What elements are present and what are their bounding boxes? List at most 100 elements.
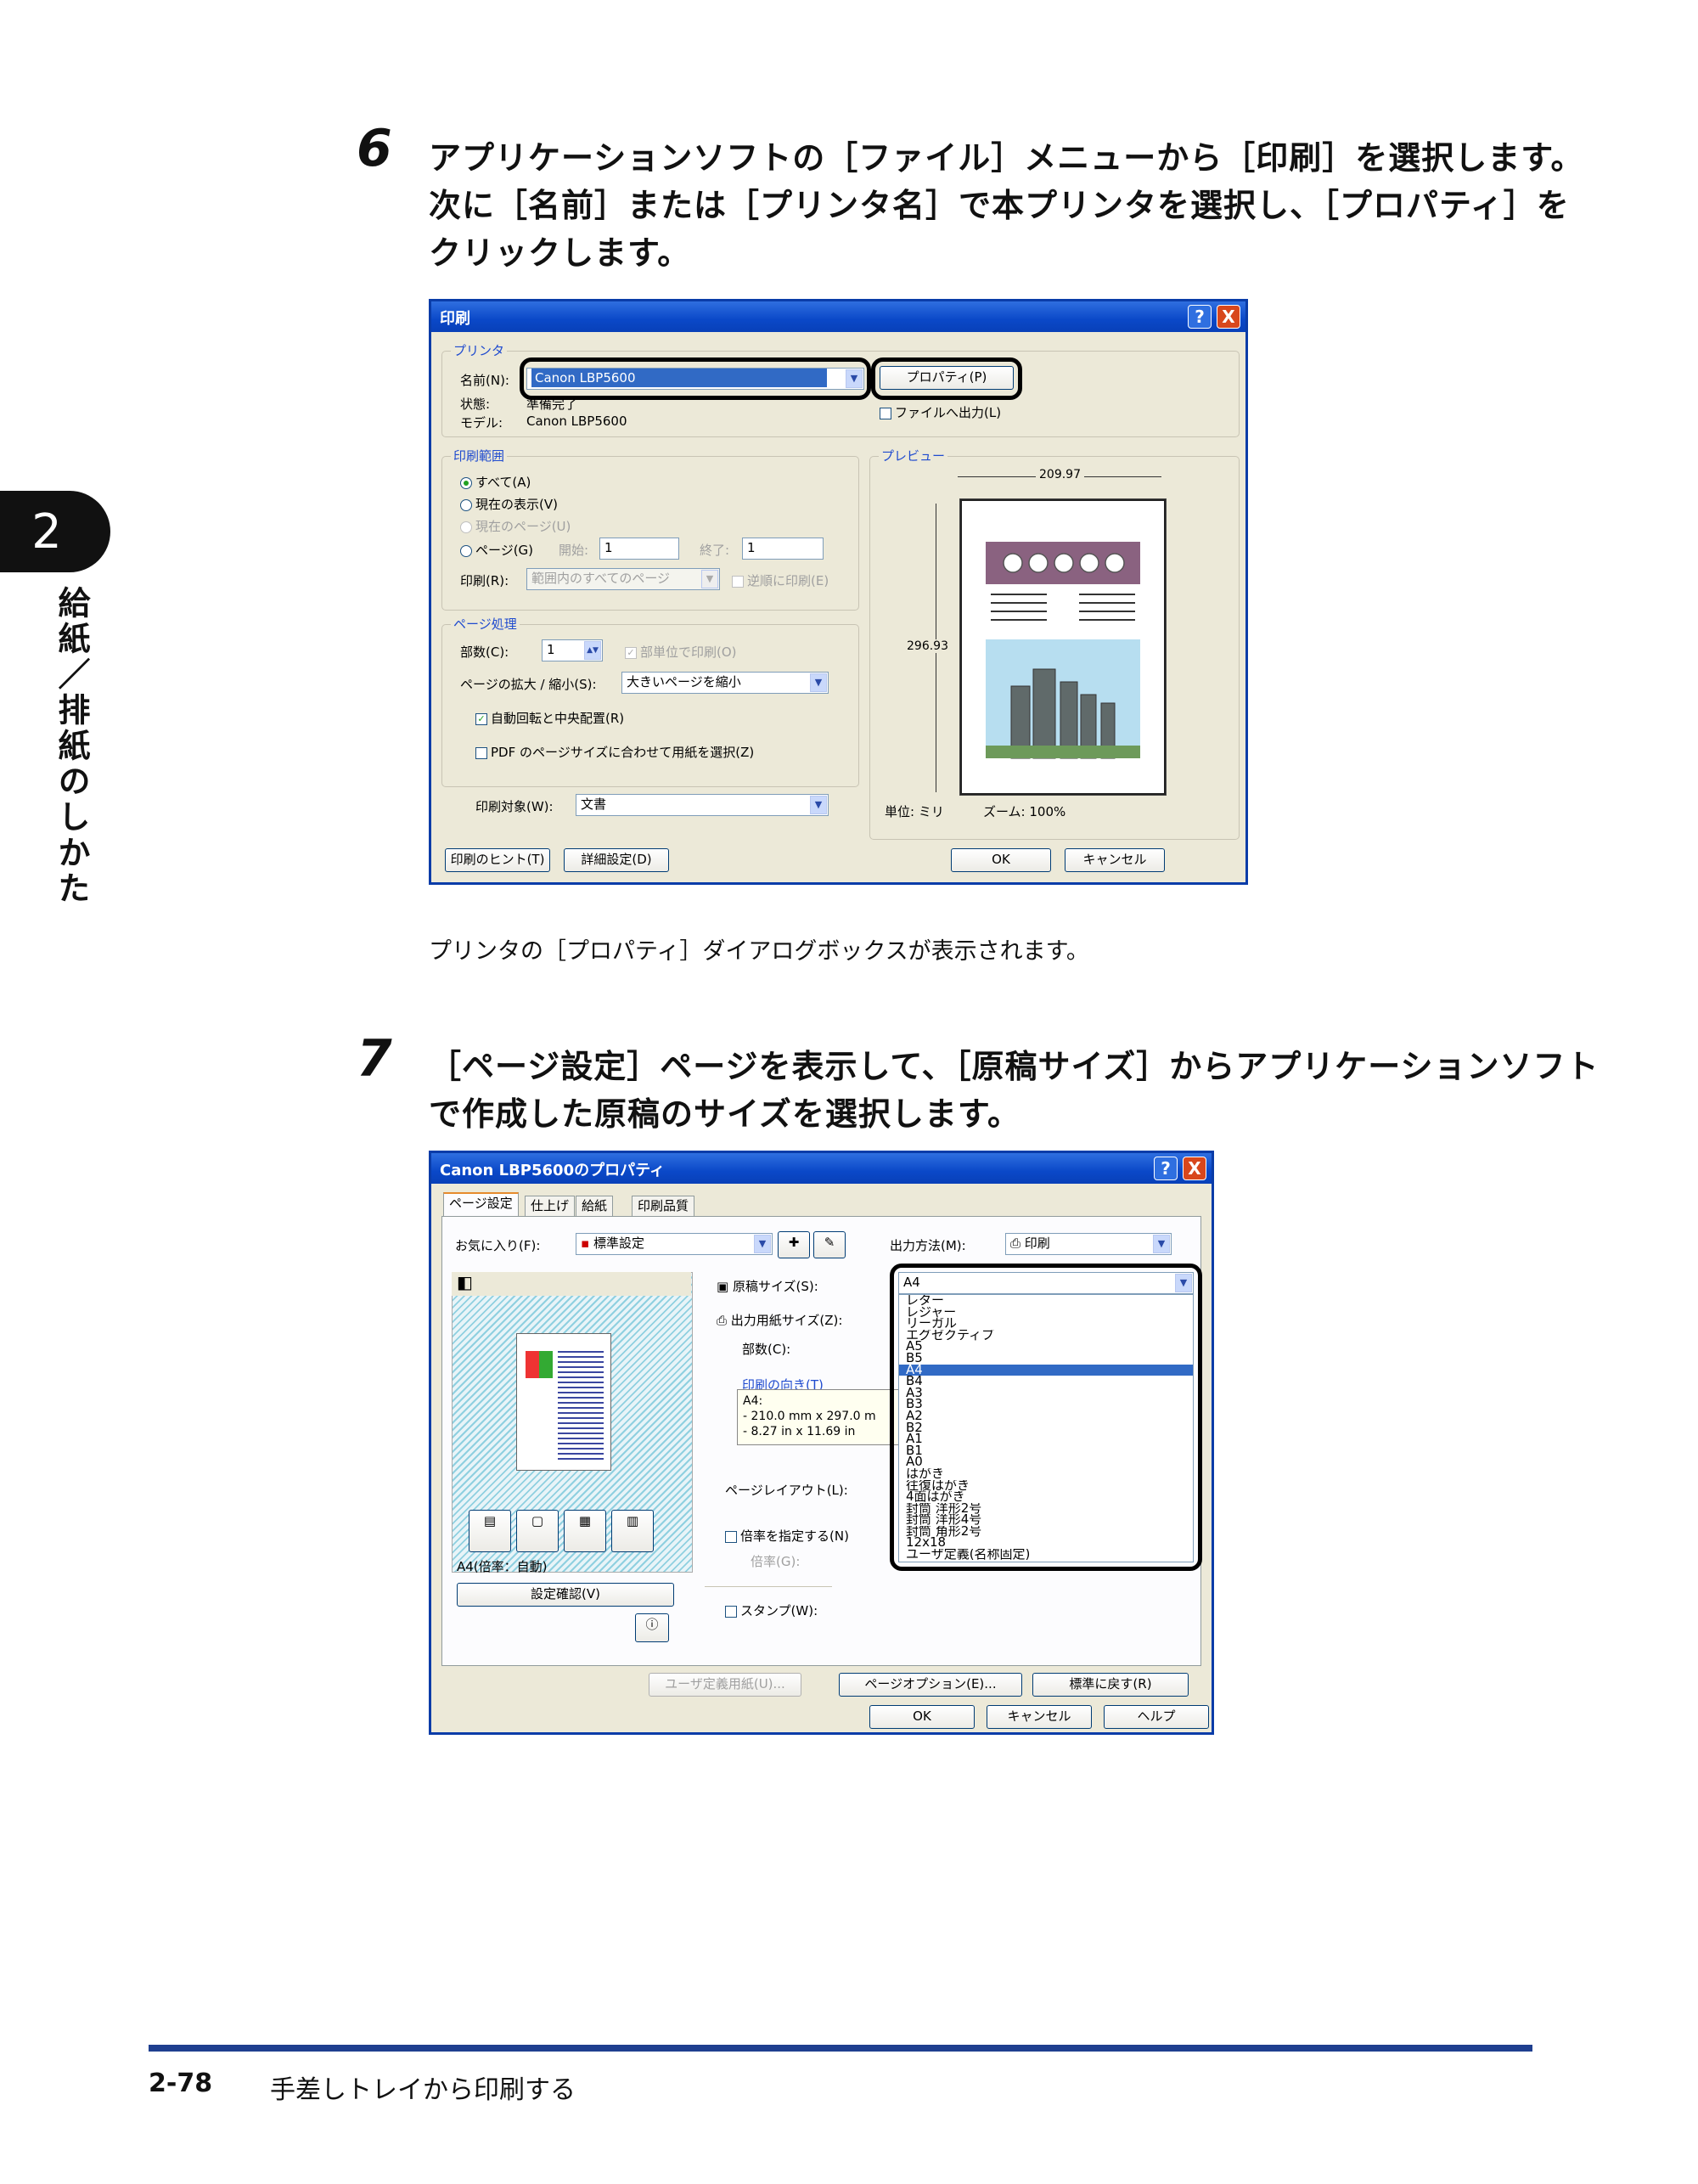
range-all-radio[interactable]: すべて(A)	[460, 473, 531, 491]
close-button[interactable]: X	[1217, 305, 1240, 329]
autorotate-checkbox[interactable]: ✓ 自動回転と中央配置(R)	[475, 709, 624, 727]
preview-illustration	[960, 499, 1166, 795]
chapter-number: 2	[31, 504, 62, 560]
scale-select[interactable]: 大きいページを縮小 ▼	[621, 672, 829, 694]
help-button[interactable]: ?	[1154, 1157, 1178, 1180]
autorotate-label: 自動回転と中央配置(R)	[491, 711, 625, 726]
printer-group-label: プリンタ	[451, 341, 508, 359]
model-label: モデル:	[460, 415, 503, 431]
preview-toolbar: ◧	[452, 1272, 691, 1296]
spinner-icon[interactable]: ▲▼	[584, 641, 601, 660]
print-to-file-label: ファイルへ出力(L)	[895, 405, 1002, 420]
ok-button[interactable]: OK	[869, 1705, 975, 1729]
print-what-value: 文書	[581, 796, 607, 812]
paper-size-label-text: 出力用紙サイズ(Z):	[730, 1313, 843, 1328]
chapter-title: 給紙／排紙のしかた	[53, 586, 90, 907]
favorites-select[interactable]: ▪ 標準設定 ▼	[576, 1233, 773, 1255]
step-6-number: 6	[357, 119, 392, 178]
range-current-view-radio[interactable]: 現在の表示(V)	[460, 495, 558, 513]
highlight-printer-name	[520, 357, 871, 400]
highlight-orig-size	[890, 1264, 1202, 1571]
checkbox-icon	[475, 746, 487, 759]
scale-label: ページの拡大 / 縮小(S):	[460, 677, 597, 692]
print-label: 印刷(R):	[460, 573, 509, 588]
print-dialog-titlebar: 印刷 ? X	[431, 301, 1245, 332]
restore-defaults-button[interactable]: 標準に戻す(R)	[1032, 1673, 1189, 1697]
scale-value: 大きいページを縮小	[627, 674, 741, 690]
cancel-button[interactable]: キャンセル	[1065, 848, 1165, 872]
page-view-icon[interactable]: ▢	[516, 1510, 559, 1552]
chevron-down-icon: ▼	[810, 796, 827, 814]
print-to-file-checkbox[interactable]: ファイルへ出力(L)	[880, 403, 1001, 421]
output-value: 印刷	[1024, 1236, 1050, 1251]
tab-page-setup[interactable]: ページ設定	[443, 1192, 519, 1218]
print-dialog: 印刷 ? X プリンタ 名前(N): Canon LBP5600 ▼ プロパティ…	[429, 299, 1248, 885]
preview-group-label: プレビュー	[879, 447, 948, 464]
copies-label: 部数(C):	[460, 645, 509, 660]
range-current-page-label: 現在のページ(U)	[475, 519, 571, 534]
model-value: Canon LBP5600	[526, 414, 627, 429]
size-info-box: A4: - 210.0 mm x 297.0 m - 8.27 in x 11.…	[737, 1389, 907, 1445]
collate-label: 部単位で印刷(O)	[640, 645, 737, 660]
checkbox-icon	[732, 575, 744, 588]
confirm-settings-button[interactable]: 設定確認(V)	[457, 1583, 674, 1607]
info-line: A4:	[743, 1394, 763, 1408]
output-select[interactable]: ⎙ 印刷 ▼	[1005, 1233, 1172, 1255]
divider	[705, 1586, 832, 1587]
layout-view-icon[interactable]: ◧	[452, 1272, 473, 1292]
close-button[interactable]: X	[1183, 1157, 1206, 1180]
add-favorite-icon[interactable]: ✚	[778, 1231, 810, 1258]
copies-spinner[interactable]: 1 ▲▼	[542, 639, 603, 661]
print-what-select[interactable]: 文書 ▼	[576, 794, 829, 816]
paper-icon: ⎙	[717, 1313, 728, 1328]
radio-icon	[460, 476, 472, 489]
pdf-size-checkbox[interactable]: PDF のページサイズに合わせて用紙を選択(Z)	[475, 743, 754, 761]
range-current-view-label: 現在の表示(V)	[475, 497, 558, 512]
radio-icon	[460, 521, 472, 533]
settings-view-icon[interactable]: ▥	[611, 1510, 654, 1552]
tab-finishing[interactable]: 仕上げ	[525, 1196, 576, 1216]
advanced-button[interactable]: 詳細設定(D)	[564, 848, 669, 872]
collate-checkbox[interactable]: ✓ 部単位で印刷(O)	[625, 643, 737, 661]
help-bottom-button[interactable]: ヘルプ	[1104, 1705, 1209, 1729]
properties-title: Canon LBP5600のプロパティ	[440, 1162, 666, 1179]
print-subset-select[interactable]: 範囲内のすべてのページ ▼	[526, 568, 720, 590]
checkbox-icon	[880, 407, 891, 419]
help-button[interactable]: ?	[1188, 305, 1212, 329]
print-tips-button[interactable]: 印刷のヒント(T)	[445, 848, 550, 872]
step-7-number: 7	[357, 1029, 392, 1089]
page-options-button[interactable]: ページオプション(E)...	[839, 1673, 1022, 1697]
properties-dialog: Canon LBP5600のプロパティ ? X ページ設定 仕上げ 給紙 印刷品…	[429, 1151, 1214, 1735]
zoom-label: ズーム: 100%	[983, 804, 1066, 819]
favorites-label: お気に入り(F):	[455, 1238, 541, 1253]
color-view-icon[interactable]: ▦	[564, 1510, 606, 1552]
info-icon[interactable]: ⓘ	[635, 1613, 669, 1642]
chevron-down-icon: ▼	[810, 673, 827, 692]
preview-paper-text	[558, 1351, 604, 1461]
tab-paper-source[interactable]: 給紙	[576, 1196, 614, 1216]
tab-quality[interactable]: 印刷品質	[632, 1196, 695, 1216]
status-label: 状態:	[460, 397, 491, 412]
range-current-page-radio[interactable]: 現在のページ(U)	[460, 517, 571, 535]
custom-paper-button[interactable]: ユーザ定義用紙(U)...	[649, 1673, 801, 1697]
preview-page	[959, 498, 1167, 796]
stamp-checkbox[interactable]: スタンプ(W):	[725, 1601, 818, 1619]
from-input[interactable]: 1	[599, 538, 679, 560]
ok-button[interactable]: OK	[951, 848, 1051, 872]
from-label: 開始:	[559, 543, 589, 558]
radio-icon	[460, 544, 472, 557]
print-dialog-title: 印刷	[440, 310, 470, 328]
cancel-button[interactable]: キャンセル	[987, 1705, 1092, 1729]
step-6-note: プリンタの［プロパティ］ダイアログボックスが表示されます。	[429, 938, 1089, 965]
reverse-label: 逆順に印刷(E)	[747, 573, 829, 588]
scale-sub-label: 倍率(G):	[751, 1554, 801, 1569]
printer-view-icon[interactable]: ▤	[469, 1510, 511, 1552]
edit-favorite-icon[interactable]: ✎	[813, 1231, 846, 1258]
scale-checkbox[interactable]: 倍率を指定する(N)	[725, 1527, 849, 1545]
to-input[interactable]: 1	[742, 538, 824, 560]
reverse-checkbox[interactable]: 逆順に印刷(E)	[732, 571, 829, 589]
range-pages-radio[interactable]: ページ(G)	[460, 541, 533, 559]
copies-label: 部数(C):	[742, 1342, 791, 1357]
checkbox-icon: ✓	[475, 712, 487, 725]
step-7-text: ［ページ設定］ページを表示して、［原稿サイズ］からアプリケーションソフトで作成し…	[429, 1048, 1600, 1133]
